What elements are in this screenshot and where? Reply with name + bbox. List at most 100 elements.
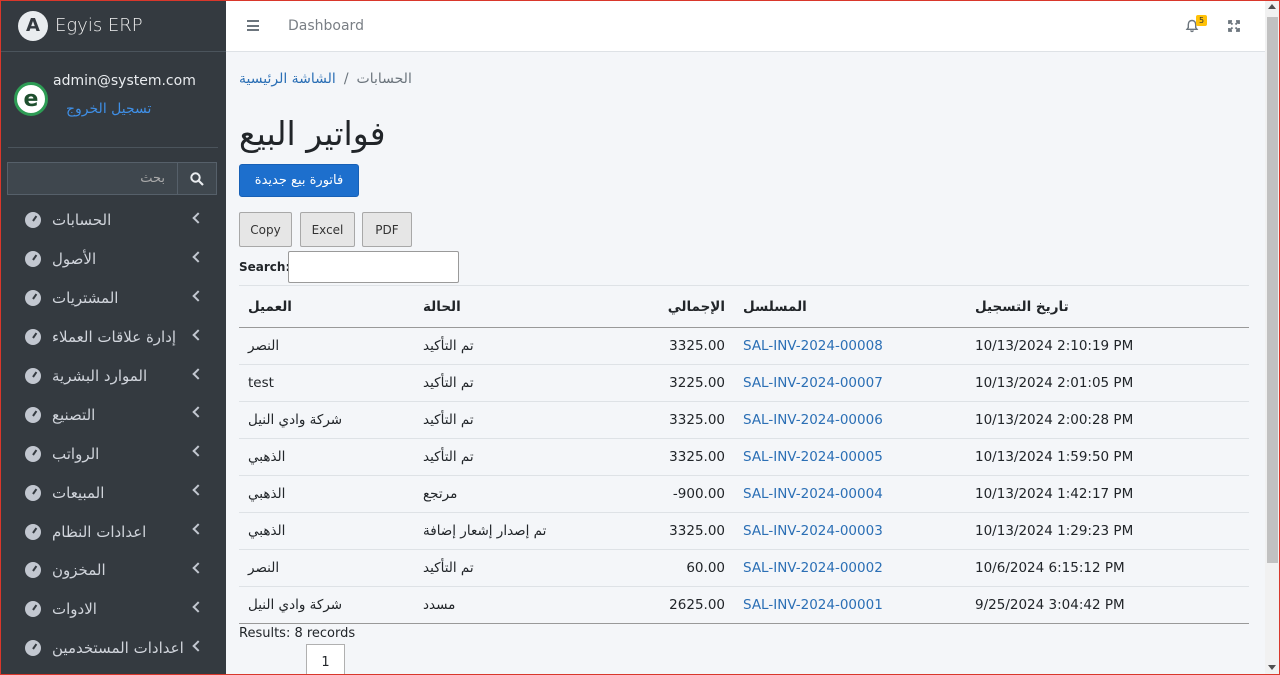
dashboard-icon (25, 601, 41, 618)
cell-serial-link[interactable]: SAL-INV-2024-00008 (734, 327, 966, 365)
breadcrumb-current: الحسابات (356, 71, 412, 87)
sidebar-item-label: الموارد البشرية (52, 367, 148, 385)
cell-total: 3325.00 (624, 327, 734, 365)
cell-serial-link[interactable]: SAL-INV-2024-00005 (734, 438, 966, 476)
cell-status: تم التأكيد (414, 364, 624, 402)
cell-date: 9/25/2024 3:04:42 PM (966, 586, 1249, 624)
scrollbar-thumb[interactable] (1267, 17, 1278, 563)
dashboard-icon (25, 640, 41, 657)
brand[interactable]: A Egyis ERP (0, 0, 226, 52)
sidebar-item-assets[interactable]: الأصول (0, 240, 226, 279)
sidebar-item-hr[interactable]: الموارد البشرية (0, 357, 226, 396)
table-search-input[interactable] (288, 251, 459, 283)
column-header-client[interactable]: العميل (239, 285, 414, 328)
column-header-total[interactable]: الإجمالي (624, 285, 734, 328)
sidebar-item-tools[interactable]: الادوات (0, 590, 226, 629)
pagination-page-1[interactable]: 1 (306, 644, 345, 675)
sidebar-item-inventory[interactable]: المخزون (0, 551, 226, 590)
chevron-left-icon (192, 640, 204, 652)
excel-button[interactable]: Excel (300, 212, 355, 247)
breadcrumb: الشاشة الرئيسية / الحسابات (239, 71, 412, 87)
fullscreen-icon[interactable] (1228, 20, 1240, 32)
column-header-status[interactable]: الحالة (414, 285, 624, 328)
cell-serial-link[interactable]: SAL-INV-2024-00003 (734, 512, 966, 550)
new-sales-invoice-button[interactable]: فاتورة بيع جديدة (239, 164, 359, 197)
sidebar-item-label: اعدادات المستخدمين (52, 639, 184, 658)
sidebar-item-system-settings[interactable]: اعدادات النظام (0, 512, 226, 551)
table-row: النصر تم التأكيد 60.00 SAL-INV-2024-00002 10… (239, 549, 1249, 587)
cell-total: 3325.00 (624, 438, 734, 476)
avatar: e (14, 82, 48, 116)
table-row: شركة وادي النيل مسدد 2625.00 SAL-INV-2024-0… (239, 586, 1249, 624)
results-count: Results: 8 records (239, 626, 356, 641)
column-header-serial[interactable]: المسلسل (734, 285, 966, 328)
sidebar-search: بحث (7, 162, 217, 195)
chevron-left-icon (192, 601, 204, 613)
column-header-date[interactable]: تاريخ التسجيل (966, 285, 1249, 328)
cell-client: test (239, 364, 414, 402)
chevron-left-icon (192, 367, 204, 380)
chevron-left-icon (192, 406, 204, 419)
chevron-left-icon (192, 445, 204, 458)
cell-total: 3325.00 (624, 401, 734, 439)
scroll-up-arrow-icon[interactable] (1268, 4, 1276, 9)
dashboard-icon (25, 523, 41, 540)
dashboard-icon (25, 212, 41, 229)
main-content: الشاشة الرئيسية / الحسابات فواتير البيع … (226, 52, 1265, 675)
cell-serial-link[interactable]: SAL-INV-2024-00006 (734, 401, 966, 439)
dashboard-icon (25, 290, 41, 307)
breadcrumb-home[interactable]: الشاشة الرئيسية (239, 71, 336, 87)
copy-button[interactable]: Copy (239, 212, 292, 247)
table-row: شركة وادي النيل تم التأكيد 3325.00 SAL-INV-… (239, 401, 1249, 439)
pdf-button[interactable]: PDF (362, 212, 412, 247)
sidebar-item-crm[interactable]: إدارة علاقات العملاء (0, 318, 226, 357)
vertical-scrollbar[interactable] (1265, 0, 1280, 675)
cell-date: 10/13/2024 1:59:50 PM (966, 438, 1249, 476)
chevron-left-icon (192, 212, 204, 224)
sidebar-item-label: الحسابات (52, 211, 112, 230)
cell-status: مرتجع (414, 475, 624, 513)
cell-serial-link[interactable]: SAL-INV-2024-00007 (734, 364, 966, 402)
chevron-left-icon (192, 290, 204, 302)
cell-date: 10/13/2024 2:01:05 PM (966, 364, 1249, 402)
chevron-left-icon (192, 562, 204, 574)
sidebar-item-label: الأصول (52, 250, 97, 269)
brand-logo-icon: A (18, 10, 48, 41)
cell-serial-link[interactable]: SAL-INV-2024-00002 (734, 549, 966, 587)
sidebar-item-label: المشتريات (52, 289, 119, 308)
invoices-table: العميل الحالة الإجمالي المسلسل تاريخ الت… (239, 285, 1249, 624)
cell-client: النصر (239, 327, 414, 365)
cell-serial-link[interactable]: SAL-INV-2024-00001 (734, 586, 966, 624)
sidebar-item-purchases[interactable]: المشتريات (0, 279, 226, 318)
table-header-row: العميل الحالة الإجمالي المسلسل تاريخ الت… (239, 285, 1249, 328)
menu-toggle-icon[interactable] (247, 20, 259, 31)
cell-status: مسدد (414, 586, 624, 624)
sidebar-item-sales[interactable]: المبيعات (0, 473, 226, 512)
sidebar-item-payroll[interactable]: الرواتب (0, 434, 226, 473)
cell-serial-link[interactable]: SAL-INV-2024-00004 (734, 475, 966, 513)
sidebar-item-accounts[interactable]: الحسابات (0, 201, 226, 240)
sidebar-item-manufacturing[interactable]: التصنيع (0, 395, 226, 434)
cell-client: الذهبي (239, 475, 414, 513)
page-title: فواتير البيع (239, 114, 386, 153)
breadcrumb-separator: / (343, 71, 349, 87)
sidebar-item-label: الرواتب (52, 444, 100, 463)
sidebar-item-label: التصنيع (52, 405, 96, 424)
sidebar-search-button[interactable] (177, 162, 217, 195)
brand-name: Egyis ERP (55, 15, 143, 36)
sidebar-item-user-settings[interactable]: اعدادات المستخدمين (0, 629, 226, 668)
sidebar-nav: الحسابات الأصول المشتريات إدارة علاقات ا… (0, 201, 226, 668)
dashboard-icon (25, 484, 41, 501)
top-breadcrumb-dashboard[interactable]: Dashboard (288, 18, 364, 34)
logout-link[interactable]: تسجيل الخروج (66, 101, 151, 117)
table-search-label: Search: (239, 260, 291, 274)
cell-status: تم التأكيد (414, 327, 624, 365)
sidebar-search-input[interactable]: بحث (7, 162, 177, 195)
cell-status: تم إصدار إشعار إضافة (414, 512, 624, 550)
scroll-down-arrow-icon[interactable] (1268, 665, 1276, 670)
table-row: الذهبي تم إصدار إشعار إضافة 3325.00 SAL-INV… (239, 512, 1249, 550)
cell-client: شركة وادي النيل (239, 401, 414, 439)
cell-total: 2625.00 (624, 586, 734, 624)
chevron-left-icon (192, 484, 204, 496)
chevron-left-icon (192, 329, 204, 341)
